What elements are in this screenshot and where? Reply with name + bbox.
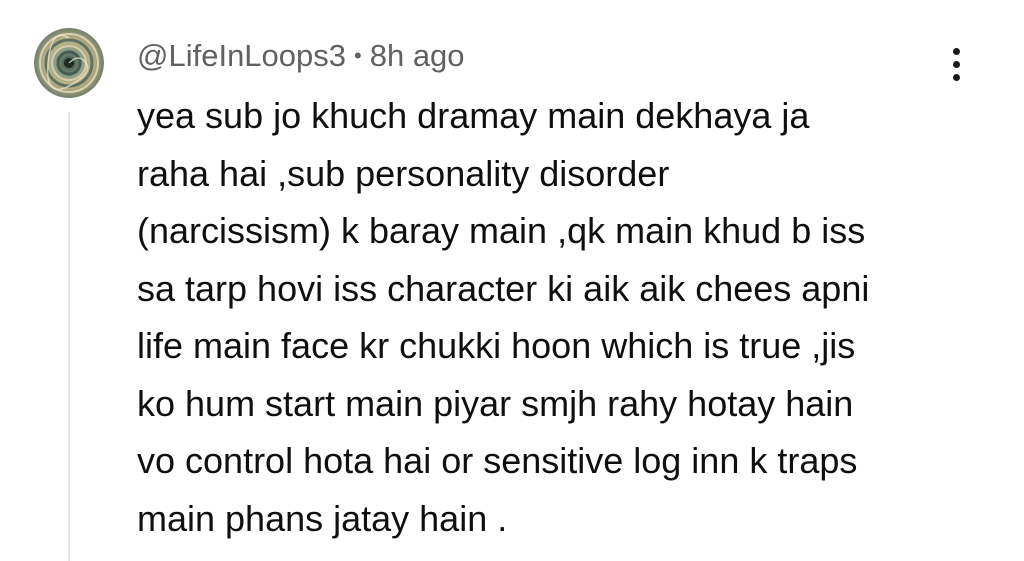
menu-dot <box>952 60 960 68</box>
thread-line <box>68 112 70 561</box>
comment-header: @LifeInLoops3 • 8h ago <box>137 36 465 76</box>
comment-line: ko hum start main piyar smjh rahy hotay … <box>137 382 854 424</box>
separator-dot: • <box>354 43 362 68</box>
more-vertical-icon[interactable] <box>940 40 972 88</box>
comment-line: (narcissism) k baray main ,qk main khud … <box>137 210 866 251</box>
menu-dot <box>952 47 960 55</box>
comment-line: vo control hota hai or sensitive log inn… <box>137 440 858 481</box>
menu-dot <box>952 73 960 81</box>
comment-line: main phans jatay hain . <box>137 497 508 539</box>
spiral-avatar-icon <box>34 28 104 98</box>
comment-line: life main face kr chukki hoon which is t… <box>137 325 856 366</box>
comment-line: sa tarp hovi iss character ki aik aik ch… <box>137 267 870 309</box>
comment-line: raha hai ,sub personality disorder <box>137 152 670 194</box>
author-handle[interactable]: @LifeInLoops3 <box>137 38 346 74</box>
timestamp[interactable]: 8h ago <box>370 38 465 74</box>
avatar[interactable] <box>34 28 104 98</box>
comment-text: yea sub jo khuch dramay main dekhaya ja … <box>137 87 967 547</box>
comment: @LifeInLoops3 • 8h ago yea sub jo khuch … <box>0 0 1024 561</box>
comment-line: yea sub jo khuch dramay main dekhaya ja <box>137 95 810 136</box>
